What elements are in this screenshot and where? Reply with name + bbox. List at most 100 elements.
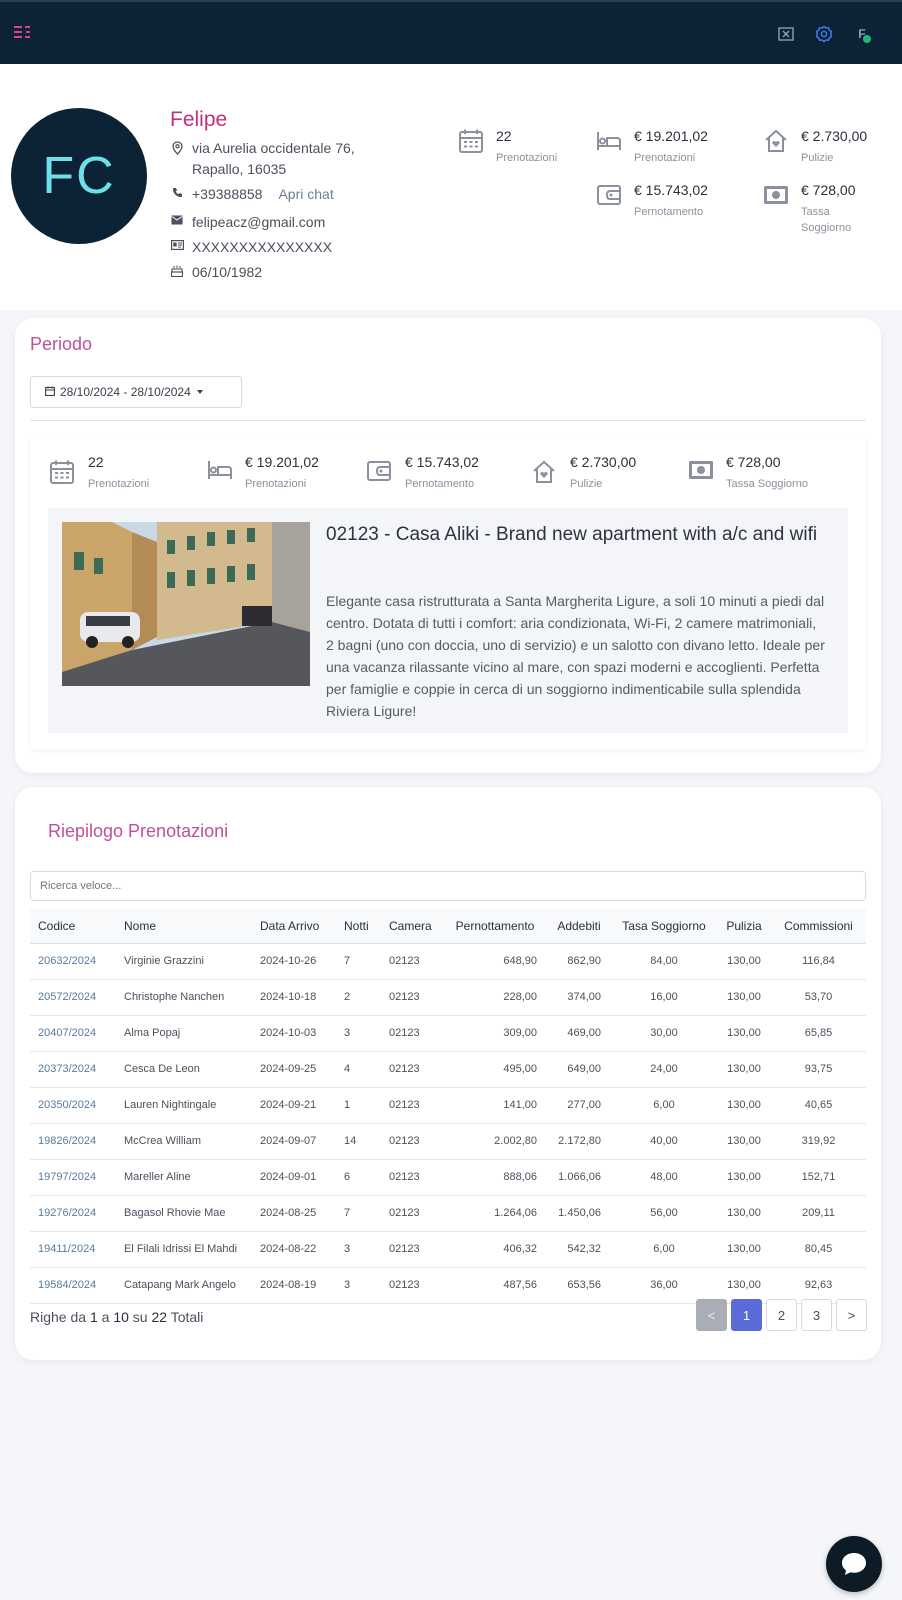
booking-code-link[interactable]: 20407/2024 [30,1015,116,1052]
table-cell: 3 [336,1015,381,1052]
email-address: felipeacz@gmail.com [192,214,326,230]
prev-page-button[interactable]: < [696,1299,727,1331]
col-header[interactable]: Pulizia [717,909,771,944]
booking-code-link[interactable]: 19276/2024 [30,1195,116,1232]
table-row[interactable]: 20632/2024 Virginie Grazzini 2024-10-26 7 02… [30,943,866,980]
table-cell: Virginie Grazzini [116,943,252,980]
table-row[interactable]: 19584/2024 Catapang Mark Angelo 2024-08-19… [30,1267,866,1304]
page-1-button[interactable]: 1 [731,1299,762,1331]
table-cell: 130,00 [717,1015,771,1052]
table-row[interactable]: 19411/2024 El Filali Idrissi El Mahdi 2024… [30,1231,866,1268]
col-header[interactable]: Nome [116,909,252,944]
stat-value: € 19.201,02 [245,454,319,470]
table-cell: 6,00 [611,1087,717,1124]
stat-value: 22 [496,128,512,144]
table-cell: 3 [336,1267,381,1304]
table-cell: 02123 [381,943,443,980]
stat-value: € 15.743,02 [634,182,708,198]
table-cell: Lauren Nightingale [116,1087,252,1124]
booking-code-link[interactable]: 19826/2024 [30,1123,116,1160]
table-cell: 02123 [381,1087,443,1124]
page-3-button[interactable]: 3 [801,1299,832,1331]
col-header[interactable]: Notti [336,909,381,944]
table-cell: 84,00 [611,943,717,980]
stat-value: € 2.730,00 [570,454,637,470]
table-cell: 130,00 [717,1159,771,1196]
birthdate-row: 06/10/1982 [170,264,262,280]
col-header[interactable]: Commissioni [771,909,866,944]
page-2-button[interactable]: 2 [766,1299,797,1331]
booking-code-link[interactable]: 20373/2024 [30,1051,116,1088]
document-number: XXXXXXXXXXXXXXX [192,239,333,255]
menu-toggle-icon[interactable] [14,24,34,40]
rows-from: 1 [89,1309,98,1325]
col-header[interactable]: Pernottamento [443,909,547,944]
table-cell: 6 [336,1159,381,1196]
booking-code-link[interactable]: 19411/2024 [30,1231,116,1268]
booking-code-link[interactable]: 20350/2024 [30,1087,116,1124]
stat-value: € 15.743,02 [405,454,479,470]
table-cell: Catapang Mark Angelo [116,1267,252,1304]
period-title: Periodo [30,334,93,354]
table-row[interactable]: 20350/2024 Lauren Nightingale 2024-09-21 1 0… [30,1087,866,1124]
close-window-icon[interactable] [776,24,796,44]
table-cell: 374,00 [547,979,611,1016]
table-cell: 130,00 [717,979,771,1016]
stat-label: Tassa Soggiorno [801,206,852,234]
table-cell: 4 [336,1051,381,1088]
col-header[interactable]: Data Arrivo [252,909,336,944]
cash-icon [763,182,789,208]
stat-overnight: € 15.743,02 Pernotamento [596,182,708,220]
property-photo[interactable] [62,522,310,686]
guest-avatar: FC [11,108,147,244]
booking-code-link[interactable]: 20632/2024 [30,943,116,980]
table-row[interactable]: 20373/2024 Cesca De Leon 2024-09-25 4 02123 4… [30,1051,866,1088]
quick-search-input[interactable] [30,871,866,901]
booking-code-link[interactable]: 19797/2024 [30,1159,116,1196]
table-cell: 6,00 [611,1231,717,1268]
table-cell: 487,56 [443,1267,547,1304]
table-cell: 30,00 [611,1015,717,1052]
table-cell: 862,90 [547,943,611,980]
table-cell: 2.002,80 [443,1123,547,1160]
table-cell: 2024-10-03 [252,1015,336,1052]
table-row[interactable]: 19276/2024 Bagasol Rhovie Mae 2024-08-25 7 0… [30,1195,866,1232]
birthday-cake-icon [170,264,184,277]
table-row[interactable]: 19826/2024 McCrea William 2024-09-07 14 0212… [30,1123,866,1160]
table-row[interactable]: 19797/2024 Mareller Aline 2024-09-01 6 02123… [30,1159,866,1196]
col-header[interactable]: Tasa Soggiorno [611,909,717,944]
stat-cleaning: € 2.730,00 Pulizie [532,454,636,490]
col-header[interactable]: Camera [381,909,443,944]
table-cell: El Filali Idrissi El Mahdi [116,1231,252,1268]
user-avatar[interactable]: F [852,24,872,44]
stat-value: € 19.201,02 [634,128,708,144]
chat-widget-button[interactable] [826,1536,882,1592]
divider [30,420,866,421]
table-cell: 130,00 [717,1231,771,1268]
rows-info-prefix: Righe da [30,1309,87,1325]
stat-value: € 2.730,00 [801,128,868,144]
table-row[interactable]: 20407/2024 Alma Popaj 2024-10-03 3 02123 309,… [30,1015,866,1052]
table-cell: 469,00 [547,1015,611,1052]
open-chat-link[interactable]: Apri chat [278,186,333,202]
document-row: XXXXXXXXXXXXXXX [170,239,332,255]
stat-tourist-tax: € 728,00 Tassa Soggiorno [763,182,871,236]
caret-down-icon [196,390,203,394]
stat-label: Prenotazioni [496,152,558,164]
table-cell: 92,63 [771,1267,866,1304]
col-header[interactable]: Addebiti [547,909,611,944]
period-card: Periodo 28/10/2024 - 28/10/2024 22 Prenot… [15,318,881,773]
table-cell: Christophe Nanchen [116,979,252,1016]
booking-code-link[interactable]: 20572/2024 [30,979,116,1016]
settings-gear-icon[interactable] [814,24,834,44]
booking-code-link[interactable]: 19584/2024 [30,1267,116,1304]
date-range-picker[interactable]: 28/10/2024 - 28/10/2024 [30,376,242,408]
table-row[interactable]: 20572/2024 Christophe Nanchen 2024-10-18 2 0… [30,979,866,1016]
table-cell: 02123 [381,1267,443,1304]
table-cell: 130,00 [717,1051,771,1088]
stat-bookings-total: € 19.201,02 Prenotazioni [596,128,708,166]
next-page-button[interactable]: > [836,1299,867,1331]
col-header[interactable]: Codice [30,909,116,944]
table-cell: 319,92 [771,1123,866,1160]
table-cell: 2024-08-19 [252,1267,336,1304]
